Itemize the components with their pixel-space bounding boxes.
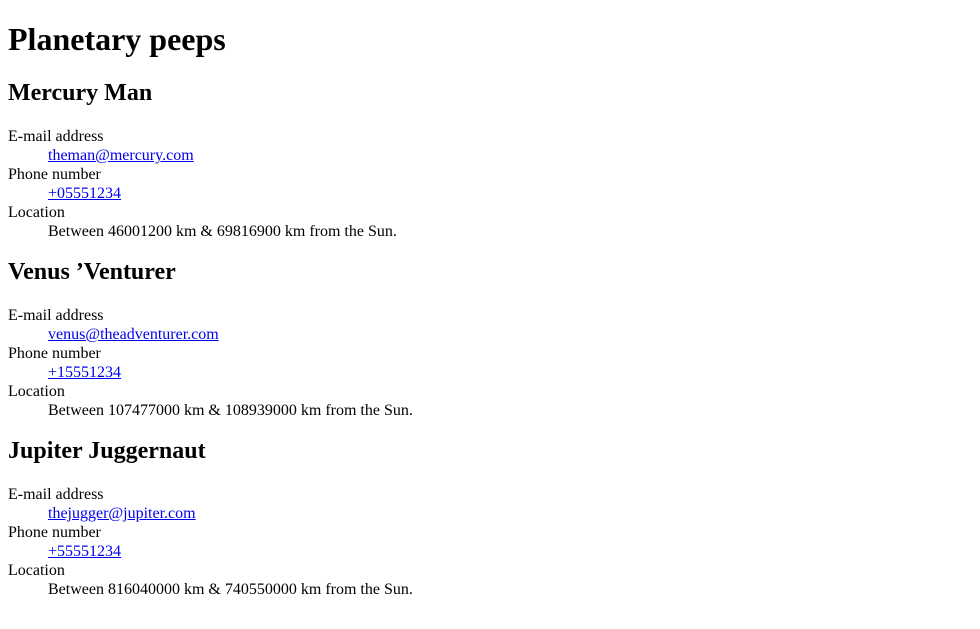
person-name: Jupiter Juggernaut (8, 438, 206, 464)
phone-label: Phone number (8, 166, 101, 183)
location-value: Between 816040000 km & 740550000 km from… (48, 581, 413, 598)
location-value: Between 107477000 km & 108939000 km from… (48, 402, 413, 419)
contact-details: E-mail address venus@theadventurer.com P… (8, 306, 972, 420)
phone-label: Phone number (8, 345, 101, 362)
email-value: thejugger@jupiter.com (48, 504, 972, 523)
location-label: Location (8, 562, 65, 579)
phone-link[interactable]: +05551234 (48, 185, 121, 202)
person-card-mercury: Mercury Man E-mail address theman@mercur… (8, 79, 972, 241)
location-value: Between 46001200 km & 69816900 km from t… (48, 223, 397, 240)
person-card-jupiter: Jupiter Juggernaut E-mail address thejug… (8, 437, 972, 599)
contact-details: E-mail address theman@mercury.com Phone … (8, 127, 972, 241)
email-link[interactable]: theman@mercury.com (48, 147, 194, 164)
location-label: Location (8, 383, 65, 400)
phone-value: +15551234 (48, 363, 972, 382)
email-value: venus@theadventurer.com (48, 325, 972, 344)
phone-label: Phone number (8, 524, 101, 541)
phone-value: +55551234 (48, 542, 972, 561)
email-label: E-mail address (8, 486, 104, 503)
email-label: E-mail address (8, 128, 104, 145)
phone-link[interactable]: +15551234 (48, 364, 121, 381)
person-card-venus: Venus ’Venturer E-mail address venus@the… (8, 258, 972, 420)
page-title: Planetary peeps (8, 21, 226, 57)
contact-details: E-mail address thejugger@jupiter.com Pho… (8, 485, 972, 599)
email-link[interactable]: thejugger@jupiter.com (48, 505, 196, 522)
location-label: Location (8, 204, 65, 221)
email-value: theman@mercury.com (48, 146, 972, 165)
page-content: Planetary peeps Mercury Man E-mail addre… (8, 0, 972, 599)
phone-link[interactable]: +55551234 (48, 543, 121, 560)
person-name: Mercury Man (8, 80, 153, 106)
email-label: E-mail address (8, 307, 104, 324)
phone-value: +05551234 (48, 184, 972, 203)
person-name: Venus ’Venturer (8, 259, 176, 285)
email-link[interactable]: venus@theadventurer.com (48, 326, 219, 343)
